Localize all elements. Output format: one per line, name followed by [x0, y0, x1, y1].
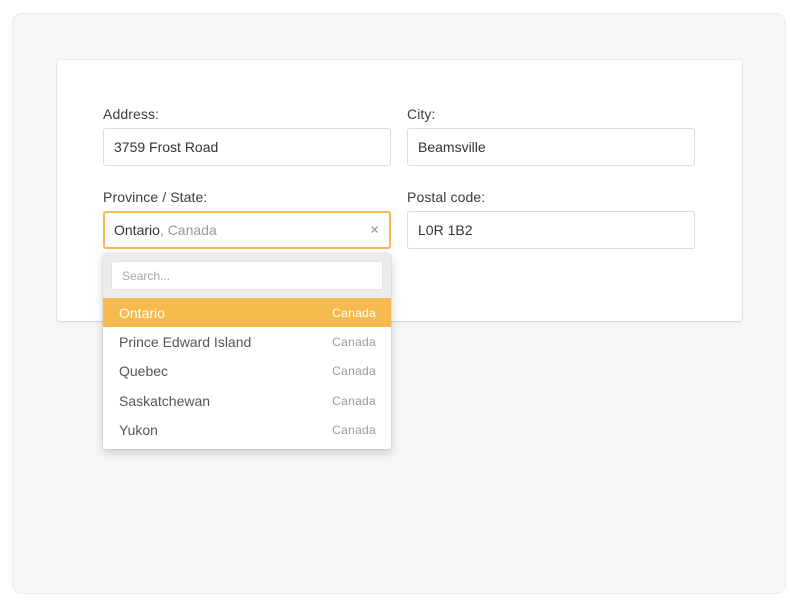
province-label: Province / State:	[103, 189, 208, 205]
province-value: Ontario	[114, 222, 160, 238]
postal-code-field[interactable]: L0R 1B2	[407, 211, 695, 249]
dropdown-search-input[interactable]	[111, 261, 383, 290]
option-country: Canada	[332, 393, 376, 408]
clear-icon[interactable]: ×	[370, 223, 379, 238]
dropdown-options-list: Ontario Canada Prince Edward Island Cana…	[103, 298, 391, 445]
option-name: Ontario	[119, 304, 165, 321]
address-field[interactable]: 3759 Frost Road	[103, 128, 391, 166]
city-value: Beamsville	[418, 139, 486, 155]
address-label: Address:	[103, 106, 160, 122]
province-dropdown: Ontario Canada Prince Edward Island Cana…	[103, 253, 391, 449]
city-label: City:	[407, 106, 436, 122]
address-value: 3759 Frost Road	[114, 139, 219, 155]
option-country: Canada	[332, 423, 376, 438]
option-country: Canada	[332, 364, 376, 379]
dropdown-option-saskatchewan[interactable]: Saskatchewan Canada	[103, 386, 391, 415]
option-country: Canada	[332, 335, 376, 350]
option-country: Canada	[332, 305, 376, 320]
dropdown-option-prince-edward-island[interactable]: Prince Edward Island Canada	[103, 327, 391, 356]
option-name: Quebec	[119, 363, 169, 380]
postal-code-label: Postal code:	[407, 189, 486, 205]
dropdown-option-yukon[interactable]: Yukon Canada	[103, 416, 391, 445]
option-name: Saskatchewan	[119, 392, 211, 409]
province-country: , Canada	[159, 222, 217, 238]
dropdown-option-quebec[interactable]: Quebec Canada	[103, 357, 391, 386]
option-name: Prince Edward Island	[119, 334, 252, 351]
dropdown-option-ontario[interactable]: Ontario Canada	[103, 298, 391, 328]
dropdown-search-bar	[103, 253, 391, 298]
option-name: Yukon	[119, 422, 158, 439]
city-field[interactable]: Beamsville	[407, 128, 695, 166]
postal-code-value: L0R 1B2	[418, 222, 473, 238]
province-select[interactable]: Ontario, Canada ×	[103, 211, 391, 249]
